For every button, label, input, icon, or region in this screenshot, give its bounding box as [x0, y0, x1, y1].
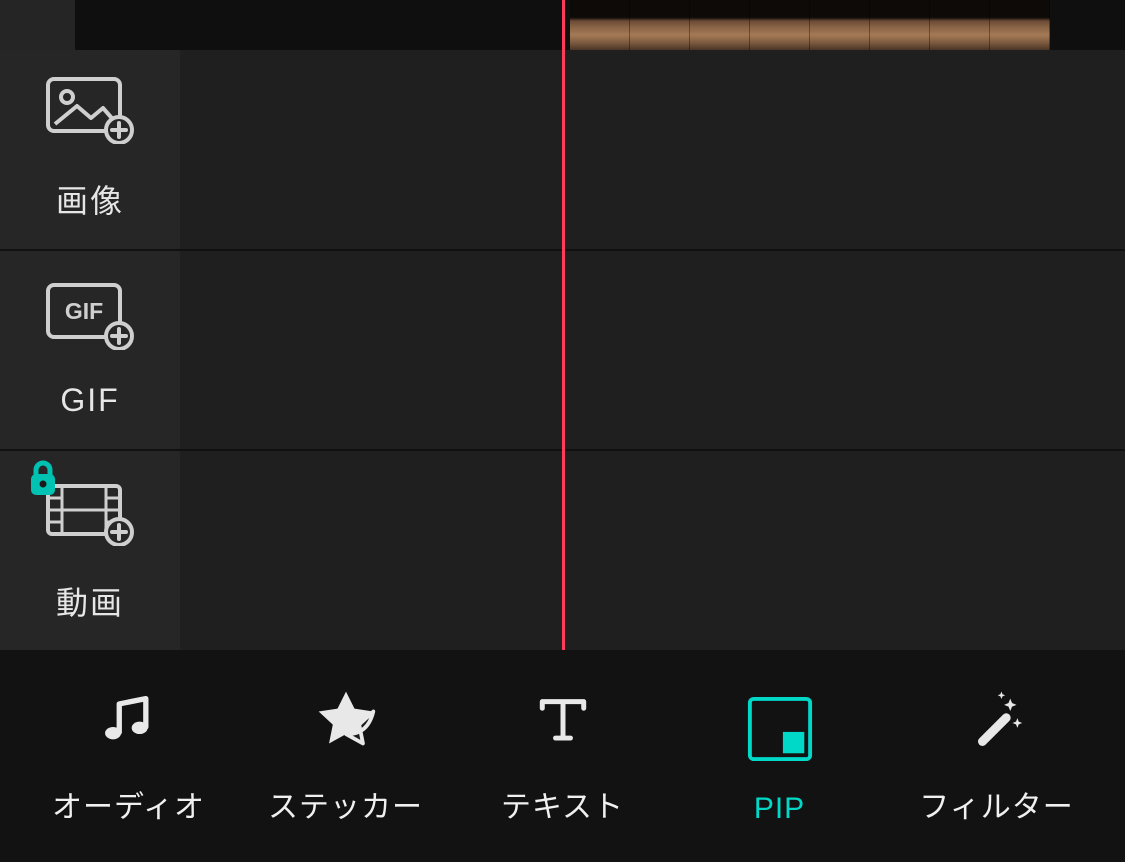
- sidebar-item-label: 画像: [56, 176, 124, 222]
- sticker-icon: [311, 684, 381, 754]
- sidebar-item-gif[interactable]: GIF GIF: [0, 251, 180, 452]
- sidebar-item-label: GIF: [60, 382, 119, 419]
- tool-audio[interactable]: オーディオ: [20, 650, 237, 842]
- clip-frame: [990, 0, 1050, 50]
- tool-text[interactable]: テキスト: [454, 650, 671, 842]
- tool-label: PIP: [754, 792, 805, 826]
- track-row[interactable]: [180, 451, 1125, 650]
- clip-frame: [810, 0, 870, 50]
- tool-filter[interactable]: フィルター: [888, 650, 1105, 842]
- clip-frame: [570, 0, 630, 50]
- clip-frame: [690, 0, 750, 50]
- clip-frame: [870, 0, 930, 50]
- sidebar-item-label: 動画: [56, 578, 124, 624]
- pip-icon: [745, 694, 815, 764]
- clip-frame: [930, 0, 990, 50]
- pip-source-sidebar: 画像 GIF GIF: [0, 50, 180, 650]
- music-icon: [94, 684, 164, 754]
- track-row[interactable]: [180, 50, 1125, 251]
- wand-icon: [962, 684, 1032, 754]
- bottom-toolbar: オーディオ ステッカー テキスト PIP: [0, 650, 1125, 862]
- ruler-empty: [75, 0, 570, 50]
- tool-label: オーディオ: [52, 782, 205, 826]
- lock-icon: [27, 460, 59, 498]
- tool-label: フィルター: [919, 782, 1073, 826]
- playhead[interactable]: [562, 0, 565, 650]
- sidebar-item-image[interactable]: 画像: [0, 50, 180, 251]
- sidebar-item-video[interactable]: 動画: [0, 451, 180, 650]
- tool-pip[interactable]: PIP: [671, 650, 888, 842]
- ruler-empty: [1050, 0, 1125, 50]
- text-icon: [528, 684, 598, 754]
- ruler-gap: [0, 0, 75, 50]
- timeline-tracks[interactable]: [180, 50, 1125, 650]
- track-row[interactable]: [180, 251, 1125, 452]
- clip-frame: [750, 0, 810, 50]
- tool-label: ステッカー: [268, 782, 423, 826]
- svg-text:GIF: GIF: [65, 298, 103, 324]
- tool-sticker[interactable]: ステッカー: [237, 650, 454, 842]
- clip-frame: [630, 0, 690, 50]
- video-add-icon: [45, 478, 135, 546]
- tool-label: テキスト: [501, 782, 624, 826]
- clip-thumbnails[interactable]: [570, 0, 1050, 50]
- gif-add-icon: GIF: [45, 282, 135, 350]
- image-add-icon: [45, 76, 135, 144]
